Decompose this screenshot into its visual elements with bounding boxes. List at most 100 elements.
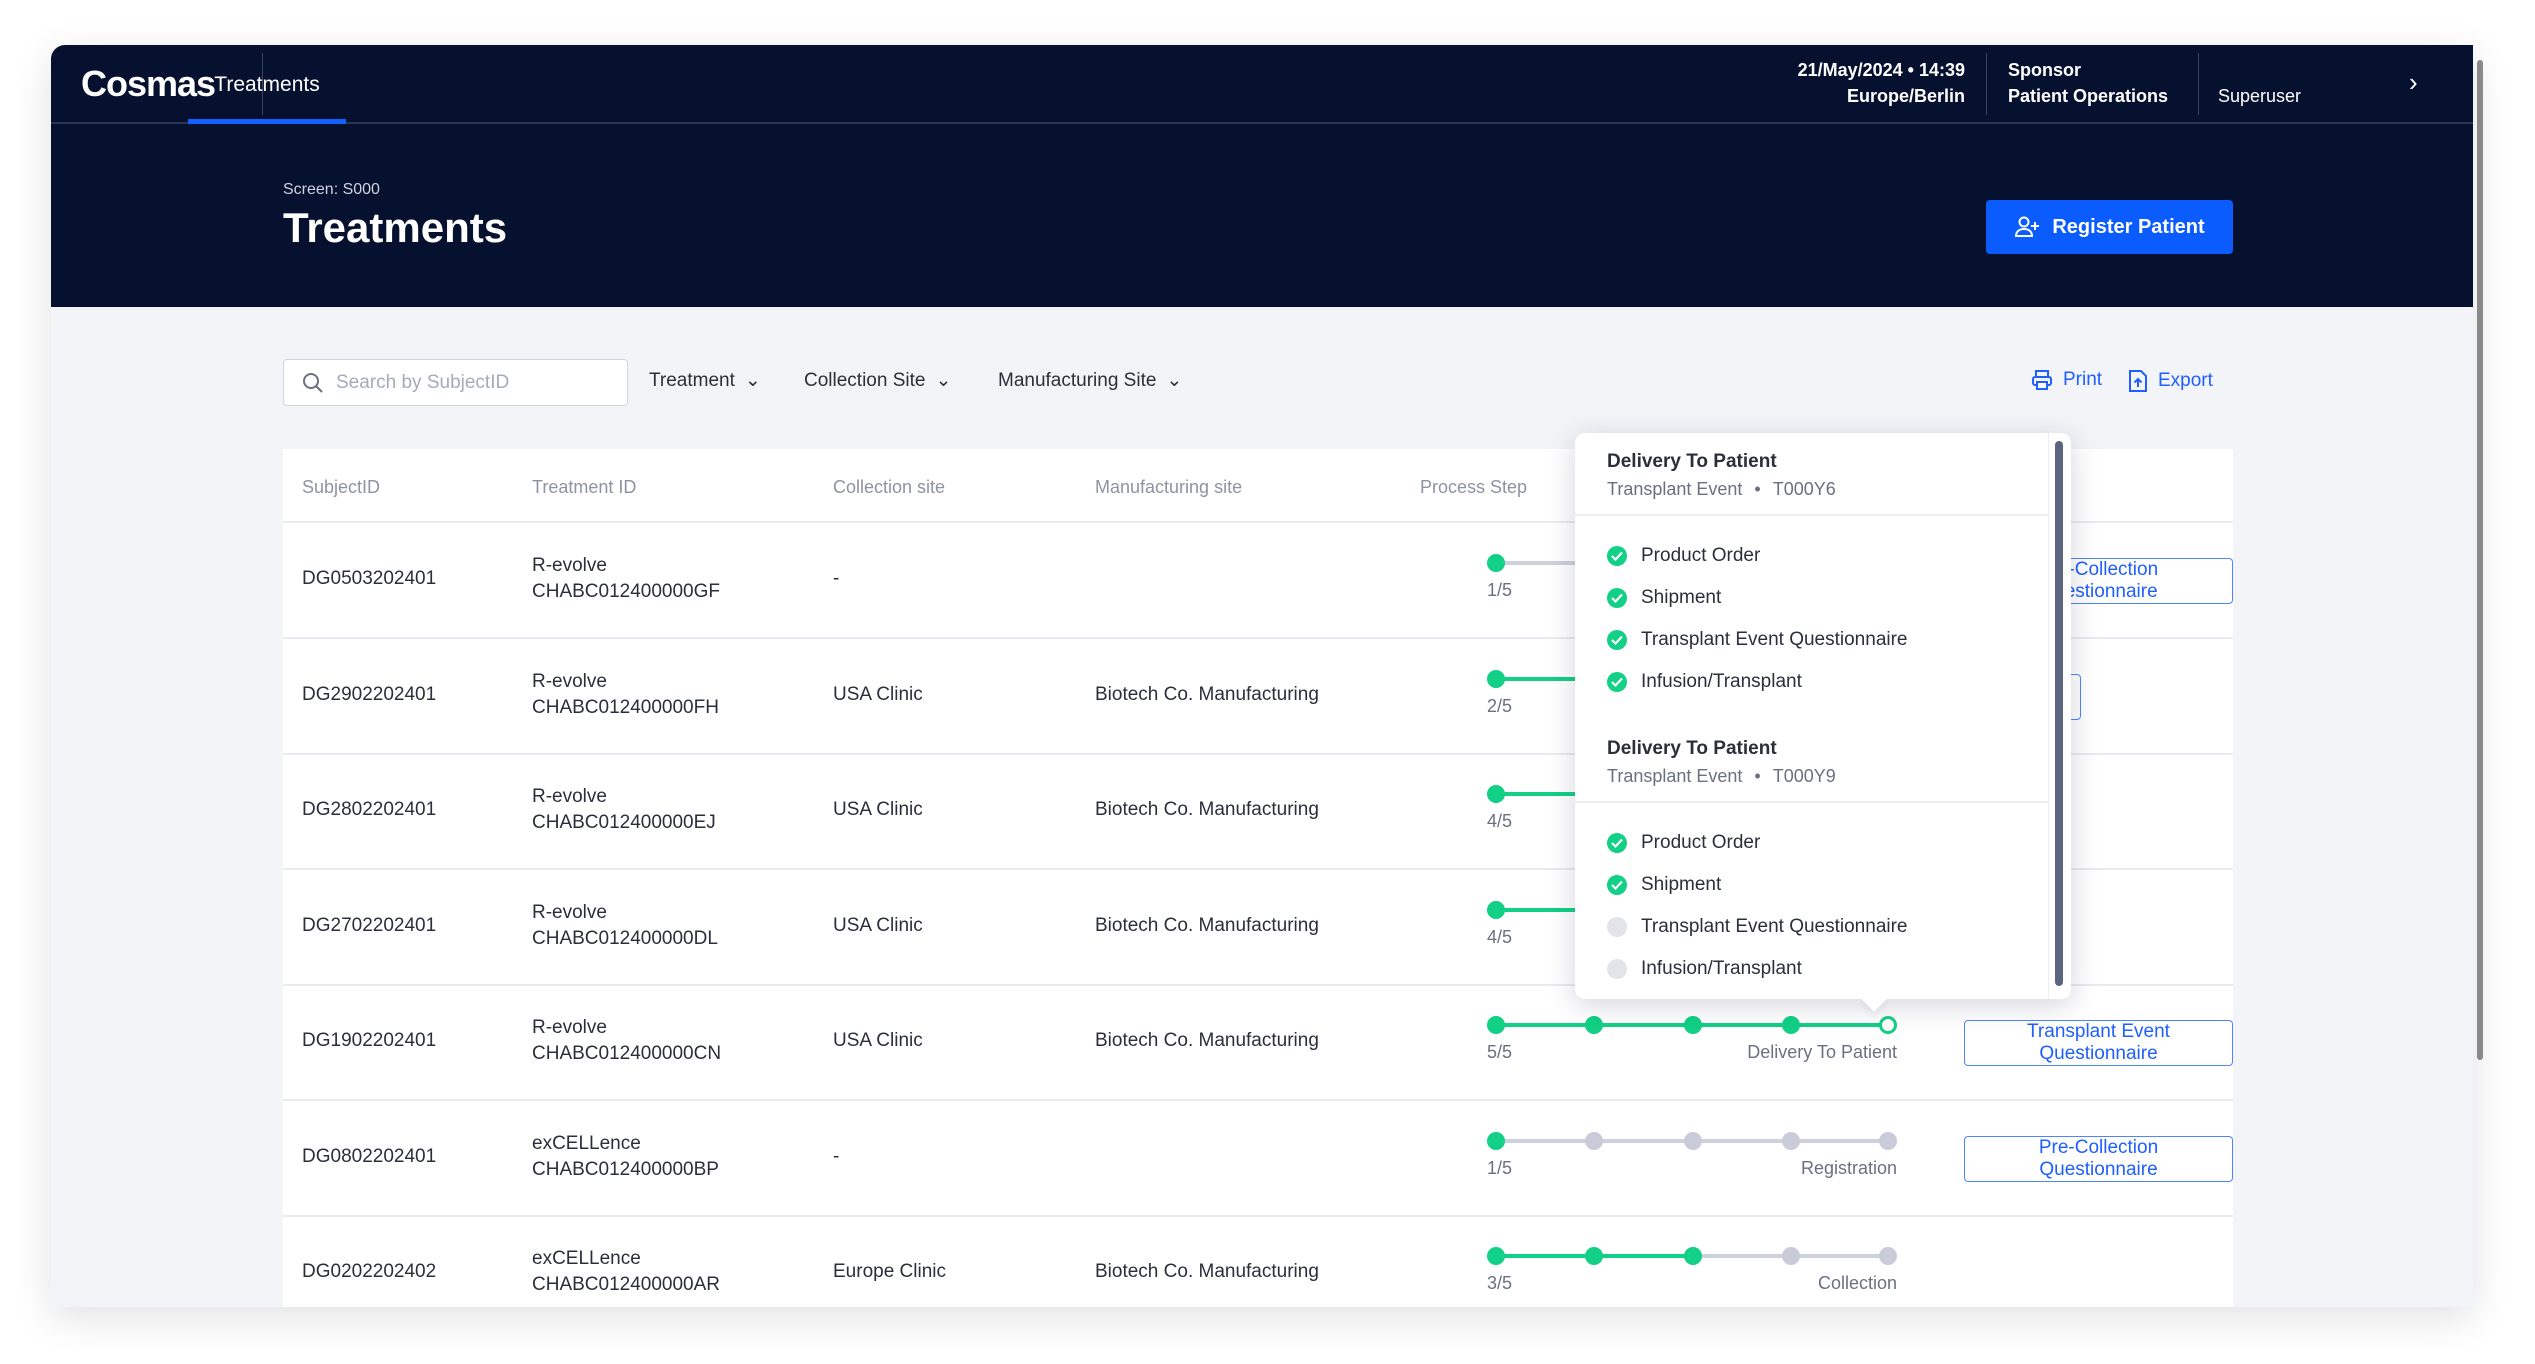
- treatment-id: CHABC012400000BP: [532, 1157, 719, 1183]
- column-header-treatment-id[interactable]: Treatment ID: [532, 477, 636, 498]
- register-patient-button[interactable]: Register Patient: [1986, 200, 2233, 254]
- table-row[interactable]: DG0802202401exCELLenceCHABC012400000BP-1…: [283, 1101, 2233, 1216]
- collection-site: USA Clinic: [833, 915, 923, 937]
- step-dot: [1684, 1247, 1702, 1265]
- export-label: Export: [2158, 370, 2213, 392]
- treatment: R-evolveCHABC012400000EJ: [532, 784, 716, 836]
- user-name[interactable]: Superuser: [2218, 83, 2301, 109]
- file-upload-icon: [2128, 369, 2148, 393]
- empty-circle-icon: [1607, 917, 1627, 937]
- checklist-label: Transplant Event Questionnaire: [1641, 629, 1908, 651]
- register-patient-label: Register Patient: [2052, 216, 2204, 239]
- row-action-button[interactable]: Pre-Collection Questionnaire: [1964, 1136, 2233, 1182]
- process-stepper[interactable]: 3/5Collection: [1487, 1249, 1907, 1307]
- collection-site: -: [833, 568, 839, 590]
- step-dot: [1487, 554, 1505, 572]
- treatment: R-evolveCHABC012400000FH: [532, 669, 719, 721]
- print-button[interactable]: Print: [2031, 369, 2102, 391]
- popover-section-title: Delivery To Patient: [1607, 738, 1777, 760]
- popover-checklist-item: Infusion/Transplant: [1607, 958, 1802, 980]
- treatment-name: exCELLence: [532, 1131, 719, 1157]
- stepper-segment: [1791, 1023, 1888, 1027]
- search-input[interactable]: [336, 372, 616, 394]
- filter-treatment[interactable]: Treatment⌄: [649, 369, 761, 392]
- subject-id[interactable]: DG1902202401: [302, 1030, 436, 1052]
- treatment: R-evolveCHABC012400000GF: [532, 553, 720, 605]
- treatment-name: R-evolve: [532, 900, 718, 926]
- add-user-icon: [2014, 216, 2040, 238]
- step-dot: [1585, 1132, 1603, 1150]
- stepper-segment: [1693, 1139, 1791, 1143]
- separator: •: [1754, 766, 1760, 786]
- check-circle-icon: [1607, 672, 1627, 692]
- subject-id[interactable]: DG0503202401: [302, 568, 436, 590]
- process-stepper[interactable]: 5/5Delivery To Patient: [1487, 1018, 1907, 1078]
- step-dot: [1879, 1247, 1897, 1265]
- checklist-label: Transplant Event Questionnaire: [1641, 916, 1908, 938]
- stepper-segment: [1791, 1139, 1888, 1143]
- table-row[interactable]: DG0202202402exCELLenceCHABC012400000AREu…: [283, 1216, 2233, 1307]
- step-progress: 4/5: [1487, 811, 1512, 832]
- filter-collection-site[interactable]: Collection Site⌄: [804, 369, 951, 392]
- process-stepper[interactable]: 1/5Registration: [1487, 1134, 1907, 1194]
- subject-id[interactable]: DG0802202401: [302, 1146, 436, 1168]
- chevron-right-icon[interactable]: ›: [2409, 67, 2418, 98]
- top-nav: Cosmas Treatments 21/May/2024 • 14:39 Eu…: [51, 45, 2473, 124]
- step-progress: 1/5: [1487, 580, 1512, 601]
- collection-site: USA Clinic: [833, 799, 923, 821]
- column-header-collection-site[interactable]: Collection site: [833, 477, 945, 498]
- popover-checklist-item: Transplant Event Questionnaire: [1607, 629, 1908, 651]
- treatment: R-evolveCHABC012400000CN: [532, 1015, 721, 1067]
- manufacturing-site: Biotech Co. Manufacturing: [1095, 684, 1319, 706]
- popover-scrollbar[interactable]: [2055, 441, 2063, 986]
- treatment-id: CHABC012400000AR: [532, 1272, 720, 1298]
- treatment-name: exCELLence: [532, 1246, 720, 1272]
- step-progress: 4/5: [1487, 927, 1512, 948]
- search-box[interactable]: [283, 359, 628, 406]
- manufacturing-site: Biotech Co. Manufacturing: [1095, 799, 1319, 821]
- stepper-segment: [1496, 1254, 1594, 1258]
- treatment-id: CHABC012400000FH: [532, 695, 719, 721]
- check-circle-icon: [1607, 546, 1627, 566]
- step-dot: [1585, 1016, 1603, 1034]
- table-row[interactable]: DG1902202401R-evolveCHABC012400000CNUSA …: [283, 985, 2233, 1100]
- stepper-segment: [1693, 1254, 1791, 1258]
- step-dot: [1487, 1132, 1505, 1150]
- stepper-segment: [1496, 1023, 1594, 1027]
- subject-id[interactable]: DG2802202401: [302, 799, 436, 821]
- column-header-manufacturing-site[interactable]: Manufacturing site: [1095, 477, 1242, 498]
- screen-code: Screen: S000: [283, 181, 380, 199]
- chevron-down-icon: ⌄: [1166, 369, 1182, 392]
- tab-treatments[interactable]: Treatments: [188, 45, 346, 124]
- treatment: R-evolveCHABC012400000DL: [532, 900, 718, 952]
- subject-id[interactable]: DG0202202402: [302, 1261, 436, 1283]
- row-action-button[interactable]: Transplant Event Questionnaire: [1964, 1020, 2233, 1066]
- empty-circle-icon: [1607, 959, 1627, 979]
- check-circle-icon: [1607, 833, 1627, 853]
- treatment-id: CHABC012400000EJ: [532, 810, 716, 836]
- export-button[interactable]: Export: [2128, 369, 2213, 393]
- check-circle-icon: [1607, 875, 1627, 895]
- filter-manufacturing-site[interactable]: Manufacturing Site⌄: [998, 369, 1182, 392]
- subject-id[interactable]: DG2702202401: [302, 915, 436, 937]
- column-header-subject-id[interactable]: SubjectID: [302, 477, 380, 498]
- popover-divider: [1575, 801, 2049, 803]
- subject-id[interactable]: DG2902202401: [302, 684, 436, 706]
- page-title: Treatments: [283, 204, 507, 252]
- treatment-name: R-evolve: [532, 669, 719, 695]
- role-label: Sponsor: [2008, 57, 2168, 83]
- step-dot: [1487, 1016, 1505, 1034]
- page-header: Screen: S000 Treatments Register Patient: [51, 124, 2473, 307]
- step-dot: [1487, 1247, 1505, 1265]
- treatment-name: R-evolve: [532, 553, 720, 579]
- manufacturing-site: Biotech Co. Manufacturing: [1095, 1261, 1319, 1283]
- page-scrollbar[interactable]: [2477, 60, 2483, 1060]
- column-header-process-step[interactable]: Process Step: [1420, 477, 1527, 498]
- stepper-segment: [1496, 1139, 1594, 1143]
- treatment-name: R-evolve: [532, 784, 716, 810]
- checklist-label: Product Order: [1641, 545, 1760, 567]
- step-dot: [1487, 901, 1505, 919]
- popover-section-title: Delivery To Patient: [1607, 451, 1777, 473]
- divider: [2198, 53, 2199, 115]
- popover-scroll-track: [2048, 433, 2049, 999]
